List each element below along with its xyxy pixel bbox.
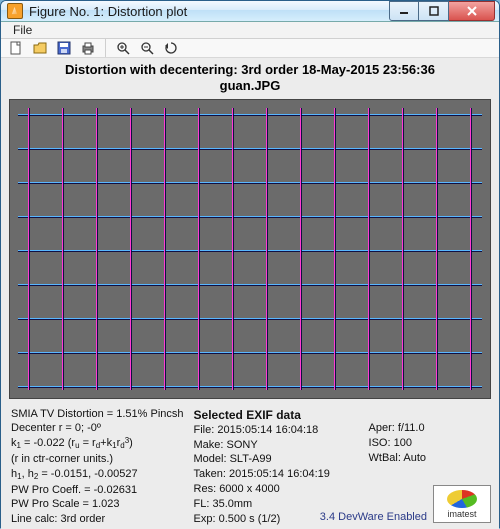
minimize-icon	[399, 6, 409, 16]
zoom-in-icon[interactable]	[114, 39, 132, 57]
save-icon[interactable]	[55, 39, 73, 57]
rotate-icon[interactable]	[162, 39, 180, 57]
logo-text: imatest	[447, 509, 476, 519]
toolbar	[1, 39, 499, 58]
minimize-button[interactable]	[389, 1, 419, 21]
stat-linecalc: Line calc: 3rd order	[11, 512, 184, 527]
matlab-icon	[7, 3, 23, 19]
plot-title-line1: Distortion with decentering: 3rd order 1…	[65, 62, 435, 77]
swirl-icon	[447, 490, 477, 508]
titlebar[interactable]: Figure No. 1: Distortion plot	[1, 1, 499, 22]
plot-title-line2: guan.JPG	[220, 78, 281, 93]
open-icon[interactable]	[31, 39, 49, 57]
stat-pwcoeff: PW Pro Coeff. = -0.02631	[11, 483, 184, 498]
zoom-out-icon[interactable]	[138, 39, 156, 57]
stat-h: h1, h2 = -0.0151, -0.00527	[11, 467, 184, 483]
version-label: 3.4 DevWare Enabled	[320, 511, 427, 523]
info-panels: SMIA TV Distortion = 1.51% Pincsh Decent…	[9, 401, 491, 528]
exif-header: Selected EXIF data	[194, 407, 359, 423]
exif-fl: FL: 35.0mm	[194, 497, 359, 512]
stat-decenter: Decenter r = 0; -0º	[11, 421, 184, 436]
exif-iso: ISO: 100	[369, 436, 444, 451]
maximize-icon	[429, 6, 439, 16]
client-area: Distortion with decentering: 3rd order 1…	[1, 58, 499, 529]
exif-taken: Taken: 2015:05:14 16:04:19	[194, 467, 359, 482]
exif-res: Res: 6000 x 4000	[194, 482, 359, 497]
figure-window: Figure No. 1: Distortion plot File Disto…	[0, 0, 500, 528]
stat-k1: k1 = -0.022 (ru = rd+k1rd3)	[11, 436, 184, 452]
exif-aper: Aper: f/11.0	[369, 421, 444, 436]
exif-model: Model: SLT-A99	[194, 452, 359, 467]
new-icon[interactable]	[7, 39, 25, 57]
stat-units: (r in ctr-corner units.)	[11, 452, 184, 467]
maximize-button[interactable]	[419, 1, 449, 21]
exif-wb: WtBal: Auto	[369, 451, 444, 466]
toolbar-divider	[105, 39, 106, 57]
print-icon[interactable]	[79, 39, 97, 57]
menu-file[interactable]: File	[7, 22, 38, 38]
imatest-logo: imatest	[433, 485, 491, 523]
distortion-plot[interactable]	[9, 99, 491, 399]
window-buttons	[389, 1, 495, 21]
stat-pwscale: PW Pro Scale = 1.023	[11, 497, 184, 512]
close-icon	[466, 5, 478, 17]
exif-file: File: 2015:05:14 16:04:18	[194, 423, 359, 438]
menubar: File	[1, 22, 499, 39]
exif-panel: Selected EXIF data File: 2015:05:14 16:0…	[194, 407, 359, 528]
stat-smia: SMIA TV Distortion = 1.51% Pincsh	[11, 407, 184, 422]
window-title: Figure No. 1: Distortion plot	[29, 4, 389, 19]
plot-title: Distortion with decentering: 3rd order 1…	[9, 62, 491, 95]
close-button[interactable]	[449, 1, 495, 21]
exif-make: Make: SONY	[194, 438, 359, 453]
distortion-stats: SMIA TV Distortion = 1.51% Pincsh Decent…	[11, 407, 184, 528]
